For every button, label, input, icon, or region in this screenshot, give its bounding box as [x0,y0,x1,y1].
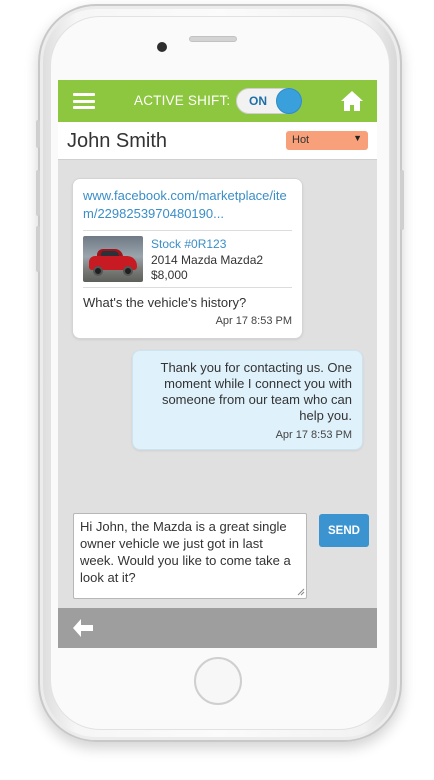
front-camera [157,42,167,52]
outgoing-message-text: Thank you for contacting us. One moment … [160,360,353,423]
message-compose-input[interactable]: Hi John, the Mazda is a great single own… [73,513,307,599]
hamburger-menu-icon[interactable] [73,93,95,109]
toggle-knob [276,88,302,114]
earpiece-speaker [189,36,237,42]
outgoing-message-bubble: Thank you for contacting us. One moment … [132,350,363,450]
contact-header: John Smith Hot ▼ [58,122,377,160]
phone-home-button[interactable] [194,657,242,705]
incoming-message-text: What's the vehicle's history? [83,295,247,310]
send-button[interactable]: SEND [319,514,369,547]
resize-grip-icon[interactable] [297,588,305,596]
outgoing-message-time: Apr 17 8:53 PM [275,429,352,441]
divider [83,230,292,231]
phone-volume-down [36,226,40,272]
vehicle-price: $8,000 [151,268,188,282]
back-arrow-icon[interactable] [71,617,95,639]
contact-name: John Smith [67,130,168,152]
lead-status-select[interactable]: Hot ▼ [286,131,368,150]
chevron-down-icon: ▼ [353,133,362,143]
bottom-bar [58,608,377,648]
lead-status-value: Hot [292,134,310,146]
incoming-message-time: Apr 17 8:53 PM [215,315,292,327]
phone-volume-up [36,170,40,216]
divider [83,287,292,288]
car-wheel [93,266,103,276]
top-bar: ACTIVE SHIFT: ON [58,80,377,122]
app-screen: ACTIVE SHIFT: ON John Smith Hot ▼ www.fa… [58,80,377,648]
home-icon[interactable] [340,90,364,112]
phone-side-button [36,120,40,148]
marketplace-link[interactable]: www.facebook.com/marketplace/item/229825… [83,187,293,223]
active-shift-toggle[interactable]: ON [236,88,302,114]
stock-number-link[interactable]: Stock #0R123 [151,237,226,251]
incoming-message-bubble: www.facebook.com/marketplace/item/229825… [72,178,303,339]
vehicle-name: 2014 Mazda Mazda2 [151,253,264,267]
active-shift-label: ACTIVE SHIFT: [134,93,231,108]
toggle-state-label: ON [249,94,267,108]
phone-power-button [400,170,404,230]
car-wheel [123,266,133,276]
vehicle-thumbnail[interactable] [83,236,143,282]
